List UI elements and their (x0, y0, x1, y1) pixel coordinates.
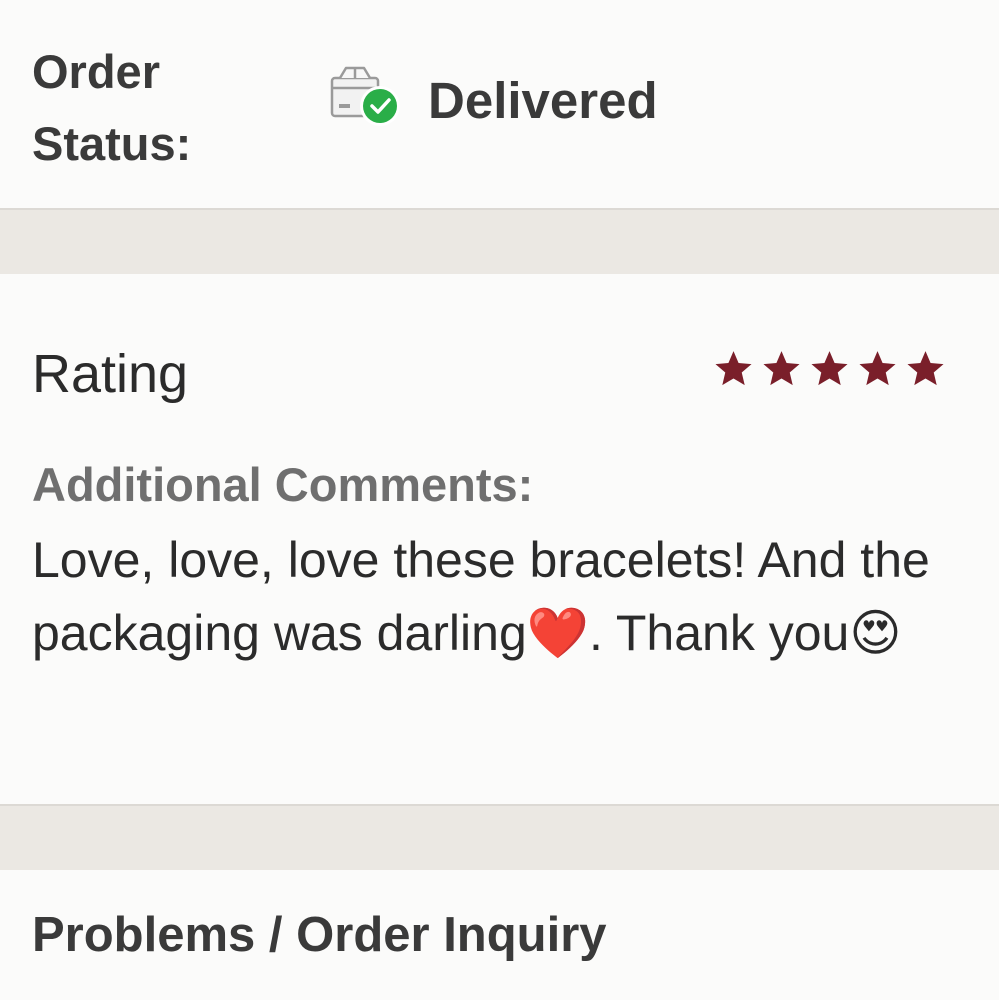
star-icon (808, 348, 851, 390)
star-icon (904, 348, 947, 390)
problems-section[interactable]: Problems / Order Inquiry (0, 870, 999, 1000)
additional-comments-text: Love, love, love these bracelets! And th… (32, 532, 930, 661)
box-delivered-icon (328, 64, 404, 130)
rating-title: Rating (32, 344, 189, 404)
order-status-label: Order Status: (32, 45, 192, 170)
order-status-section: Order Status: Delivered (0, 0, 999, 208)
problems-order-inquiry-link[interactable]: Problems / Order Inquiry (32, 902, 607, 968)
star-icon (712, 348, 755, 390)
star-rating (712, 348, 947, 390)
section-divider (0, 804, 999, 870)
star-icon (760, 348, 803, 390)
section-divider (0, 208, 999, 274)
star-icon (856, 348, 899, 390)
additional-comments-label: Additional Comments: (32, 458, 534, 511)
rating-section: Rating Additional Comments: Love, love, … (0, 274, 999, 804)
order-status-value: Delivered (428, 72, 658, 129)
